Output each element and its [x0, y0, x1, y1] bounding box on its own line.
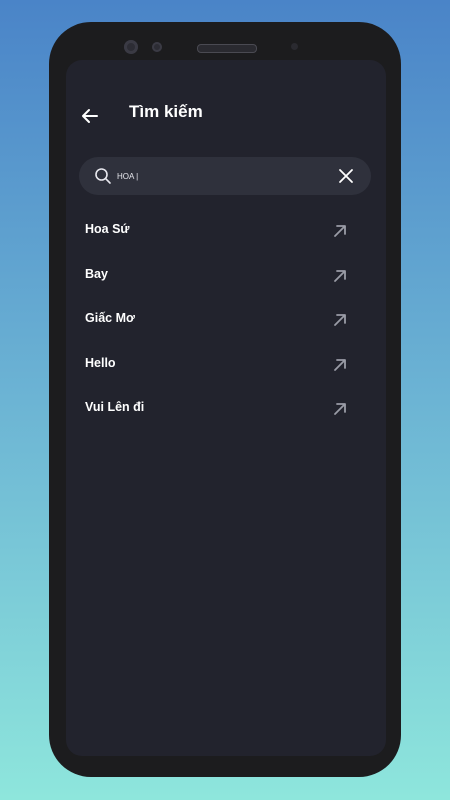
search-results-list: Hoa Sứ Bay Giấc Mơ Hello Vui Lên đi: [66, 208, 386, 431]
front-camera: [124, 40, 138, 54]
arrow-up-right-icon[interactable]: [332, 268, 348, 284]
result-label: Hello: [85, 355, 116, 370]
close-icon: [339, 169, 353, 183]
list-item[interactable]: Hello: [66, 342, 386, 387]
earpiece-speaker: [197, 44, 257, 53]
arrow-up-right-icon[interactable]: [332, 312, 348, 328]
page-title: Tìm kiếm: [129, 102, 203, 121]
front-sensor: [152, 42, 162, 52]
arrow-left-icon: [82, 109, 98, 123]
search-bar[interactable]: [79, 157, 371, 195]
list-item[interactable]: Hoa Sứ: [66, 208, 386, 253]
phone-frame: Tìm kiếm Hoa Sứ Bay: [49, 22, 401, 777]
list-item[interactable]: Vui Lên đi: [66, 386, 386, 431]
arrow-up-right-icon[interactable]: [332, 401, 348, 417]
search-input[interactable]: [117, 166, 317, 186]
app-screen: Tìm kiếm Hoa Sứ Bay: [66, 60, 386, 756]
list-item[interactable]: Giấc Mơ: [66, 297, 386, 342]
result-label: Giấc Mơ: [85, 311, 135, 325]
list-item[interactable]: Bay: [66, 253, 386, 298]
result-label: Bay: [85, 266, 108, 281]
arrow-up-right-icon[interactable]: [332, 223, 348, 239]
back-button[interactable]: [80, 106, 100, 126]
arrow-up-right-icon[interactable]: [332, 357, 348, 373]
proximity-sensor: [291, 43, 298, 50]
search-icon: [95, 168, 111, 184]
result-label: Hoa Sứ: [85, 222, 130, 236]
clear-search-button[interactable]: [336, 166, 356, 186]
result-label: Vui Lên đi: [85, 400, 145, 414]
